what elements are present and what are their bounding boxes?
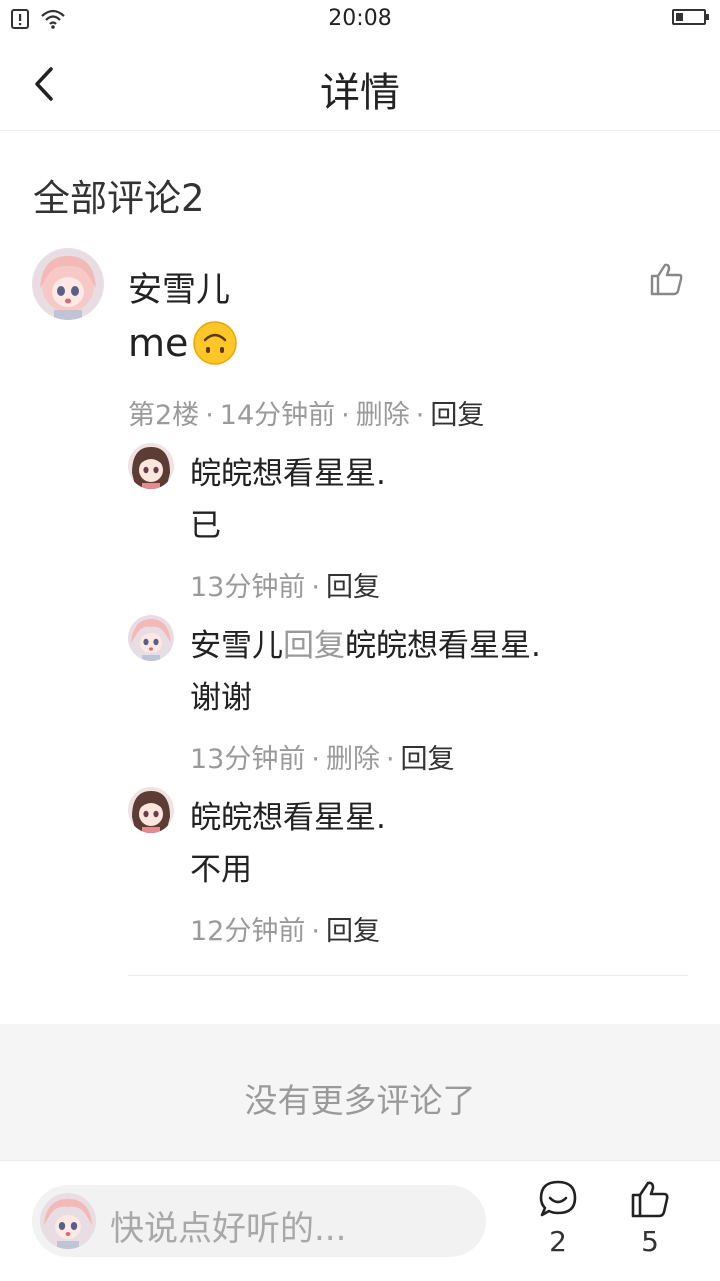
comments-count-title: 全部评论2 [33, 177, 205, 220]
status-bar: 20:08 [0, 0, 720, 40]
comment-floor: 第2楼 [128, 400, 200, 431]
comment-meta: 第2楼 · 14分钟前 · 删除 · 回复 [128, 400, 485, 431]
reply-button[interactable]: 回复 [326, 916, 380, 947]
comment-count: 2 [549, 1225, 567, 1258]
reply-author[interactable]: 安雪儿 [190, 628, 283, 664]
comment-time: 14分钟前 [219, 400, 336, 431]
thumbs-up-icon [650, 263, 683, 296]
comment-like-button[interactable] [650, 262, 694, 306]
delete-button[interactable]: 删除 [326, 744, 380, 775]
like-count: 5 [641, 1225, 659, 1258]
thumbs-up-icon [631, 1181, 669, 1218]
header: 详情 [0, 40, 720, 131]
reply-time: 13分钟前 [190, 744, 306, 775]
no-more-text: 没有更多评论了 [244, 1081, 476, 1120]
avatar [40, 1193, 96, 1249]
comment-bubble-icon [539, 1180, 577, 1217]
upside-down-face-emoji-icon [193, 321, 238, 365]
reply-author[interactable]: 皖皖想看星星. [190, 792, 386, 837]
reply-meta: 12分钟前 · 回复 [190, 916, 380, 947]
reply-time: 13分钟前 [190, 572, 306, 603]
status-time: 20:08 [328, 6, 392, 31]
reply-text: 已 [190, 508, 221, 544]
reply-button[interactable]: 回复 [430, 400, 484, 431]
reply-meta: 13分钟前 · 回复 [190, 572, 380, 603]
reply-text: 谢谢 [190, 680, 252, 716]
reply-to-label: 回复 [283, 628, 345, 664]
reply-text: 不用 [190, 852, 252, 888]
battery-icon [672, 9, 709, 25]
comments-button[interactable]: 2 [528, 1179, 588, 1258]
comment-text: me [128, 320, 238, 366]
page-title: 详情 [320, 70, 400, 116]
avatar[interactable] [128, 443, 174, 489]
divider [128, 975, 688, 976]
bottom-bar: 快说点好听的... 2 5 [0, 1160, 720, 1281]
comment-text-content: me [128, 321, 189, 365]
reply-author-line: 安雪儿回复皖皖想看星星. [190, 620, 541, 665]
avatar[interactable] [128, 615, 174, 661]
reply-meta: 13分钟前 · 删除 · 回复 [190, 744, 455, 775]
no-more-panel: 没有更多评论了 [0, 1024, 720, 1160]
reply-button[interactable]: 回复 [401, 744, 455, 775]
comment-author[interactable]: 安雪儿 [128, 262, 230, 311]
delete-button[interactable]: 删除 [356, 400, 410, 431]
comment-input[interactable]: 快说点好听的... [32, 1185, 486, 1257]
reply-button[interactable]: 回复 [326, 572, 380, 603]
reply-time: 12分钟前 [190, 916, 306, 947]
avatar[interactable] [128, 787, 174, 833]
avatar[interactable] [32, 248, 104, 320]
reply-author[interactable]: 皖皖想看星星. [190, 448, 386, 493]
reply-target[interactable]: 皖皖想看星星. [345, 628, 541, 664]
like-button[interactable]: 5 [620, 1179, 680, 1258]
input-placeholder: 快说点好听的... [110, 1209, 347, 1249]
